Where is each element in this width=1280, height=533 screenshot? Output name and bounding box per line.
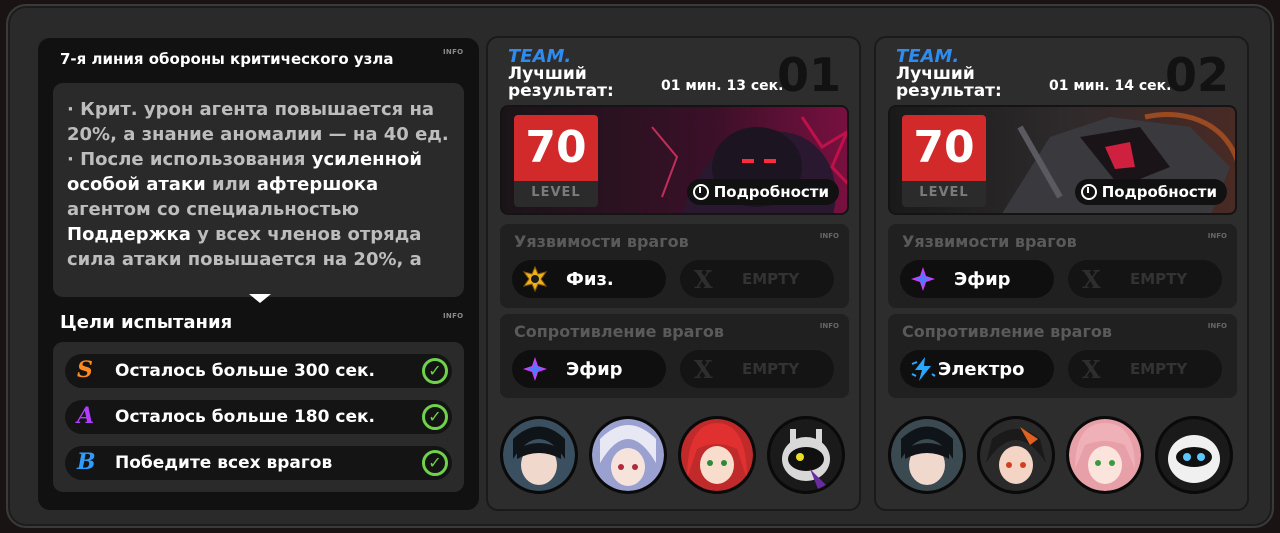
agent-avatars [888, 416, 1237, 500]
element-label: Эфир [954, 269, 1011, 290]
grade-s-icon: S [77, 357, 93, 383]
info-circle-icon [692, 184, 709, 200]
ether-icon [523, 357, 547, 381]
agent-avatar[interactable] [888, 416, 966, 494]
info-tag[interactable]: INFO [1208, 322, 1227, 330]
check-icon: ✓ [422, 450, 448, 476]
buff-line-1: · Крит. урон агента повышается на 20%, а… [67, 99, 449, 145]
team-number: 02 [1164, 48, 1229, 102]
section-title: Сопротивление врагов [514, 322, 724, 341]
empty-label: EMPTY [1130, 270, 1188, 288]
agent-portrait-icon [770, 419, 842, 491]
level-badge: 70 LEVEL [514, 115, 598, 207]
resistances-section: Сопротивление врагов INFO Эфир X EMPTY [500, 314, 849, 398]
enemy-banner[interactable]: 70 LEVEL Подробности [500, 105, 849, 215]
challenge-info-panel: 7-я линия обороны критического узла INFO… [38, 38, 479, 510]
section-title: Сопротивление врагов [902, 322, 1112, 341]
team-panel-2: TEAM. Лучший результат: 01 мин. 14 сек. … [874, 36, 1249, 511]
element-pill[interactable]: Электро [900, 350, 1054, 388]
level-label: LEVEL [919, 185, 969, 200]
level-number: 70 [514, 115, 598, 181]
team-number: 01 [776, 48, 841, 102]
agent-portrait-icon [891, 419, 963, 491]
info-tag[interactable]: INFO [1208, 232, 1227, 240]
goal-text: Осталось больше 300 сек. [115, 361, 375, 381]
details-label: Подробности [713, 183, 829, 201]
agent-avatar[interactable] [678, 416, 756, 494]
agent-avatars [500, 416, 849, 500]
agent-portrait-icon [592, 419, 664, 491]
buff-description[interactable]: · Крит. урон агента повышается на 20%, а… [53, 83, 464, 297]
challenge-title: 7-я линия обороны критического узла [60, 50, 394, 68]
stage-frame: 7-я линия обороны критического узла INFO… [6, 4, 1274, 528]
element-pill[interactable]: Эфир [900, 260, 1054, 298]
goals-list: S Осталось больше 300 сек. ✓ A Осталось … [53, 342, 464, 492]
best-result-label: Лучший результат: [508, 64, 614, 101]
info-tag[interactable]: INFO [820, 322, 839, 330]
agent-avatar[interactable] [1155, 416, 1233, 494]
details-label: Подробности [1101, 183, 1217, 201]
resistances-section: Сопротивление врагов INFO Электро X EMPT… [888, 314, 1237, 398]
best-time: 01 мин. 14 сек. [1049, 78, 1172, 94]
agent-portrait-icon [980, 419, 1052, 491]
grade-a-icon: A [77, 403, 95, 429]
check-icon: ✓ [422, 404, 448, 430]
empty-x-icon: X [694, 265, 713, 294]
level-label: LEVEL [531, 185, 581, 200]
element-label: Электро [938, 359, 1025, 380]
agent-avatar[interactable] [1066, 416, 1144, 494]
agent-portrait-icon [1069, 419, 1141, 491]
ether-icon [911, 267, 935, 291]
empty-x-icon: X [694, 355, 713, 384]
best-time: 01 мин. 13 сек. [661, 78, 784, 94]
element-label: Эфир [566, 359, 623, 380]
empty-slot: X EMPTY [1068, 350, 1222, 388]
check-icon: ✓ [422, 358, 448, 384]
empty-label: EMPTY [742, 270, 800, 288]
goal-text: Победите всех врагов [115, 453, 333, 473]
element-label: Физ. [566, 269, 614, 290]
level-number: 70 [902, 115, 986, 181]
level-badge: 70 LEVEL [902, 115, 986, 207]
best-result-label: Лучший результат: [896, 64, 1002, 101]
agent-avatar[interactable] [500, 416, 578, 494]
info-tag[interactable]: INFO [820, 232, 839, 240]
goal-item-b: B Победите всех врагов ✓ [65, 446, 452, 480]
physical-icon [522, 266, 548, 292]
weaknesses-section: Уязвимости врагов INFO Эфир X EMPTY [888, 224, 1237, 308]
goals-info-tag[interactable]: INFO [443, 312, 463, 320]
expand-caret-icon[interactable] [249, 294, 271, 303]
details-button[interactable]: Подробности [686, 179, 839, 205]
details-button[interactable]: Подробности [1074, 179, 1227, 205]
info-circle-icon [1080, 184, 1097, 200]
agent-portrait-icon [503, 419, 575, 491]
empty-x-icon: X [1082, 355, 1101, 384]
section-title: Уязвимости врагов [514, 232, 689, 251]
enemy-banner[interactable]: 70 LEVEL Подробности [888, 105, 1237, 215]
agent-avatar[interactable] [589, 416, 667, 494]
electric-icon [911, 357, 936, 381]
agent-avatar[interactable] [767, 416, 845, 494]
empty-label: EMPTY [742, 360, 800, 378]
weaknesses-section: Уязвимости врагов INFO Физ. X EMPTY [500, 224, 849, 308]
agent-avatar[interactable] [977, 416, 1055, 494]
goals-title: Цели испытания [60, 312, 233, 333]
element-pill[interactable]: Эфир [512, 350, 666, 388]
info-tag[interactable]: INFO [443, 48, 463, 56]
section-title: Уязвимости врагов [902, 232, 1077, 251]
team-panel-1: TEAM. Лучший результат: 01 мин. 13 сек. … [486, 36, 861, 511]
empty-slot: X EMPTY [680, 350, 834, 388]
buff-line-2: · После использования усиленной особой а… [67, 149, 423, 270]
goal-text: Осталось больше 180 сек. [115, 407, 375, 427]
goal-item-s: S Осталось больше 300 сек. ✓ [65, 354, 452, 388]
agent-portrait-icon [681, 419, 753, 491]
empty-slot: X EMPTY [1068, 260, 1222, 298]
goal-item-a: A Осталось больше 180 сек. ✓ [65, 400, 452, 434]
element-pill[interactable]: Физ. [512, 260, 666, 298]
empty-x-icon: X [1082, 265, 1101, 294]
empty-slot: X EMPTY [680, 260, 834, 298]
grade-b-icon: B [77, 449, 96, 475]
empty-label: EMPTY [1130, 360, 1188, 378]
agent-portrait-icon [1158, 419, 1230, 491]
